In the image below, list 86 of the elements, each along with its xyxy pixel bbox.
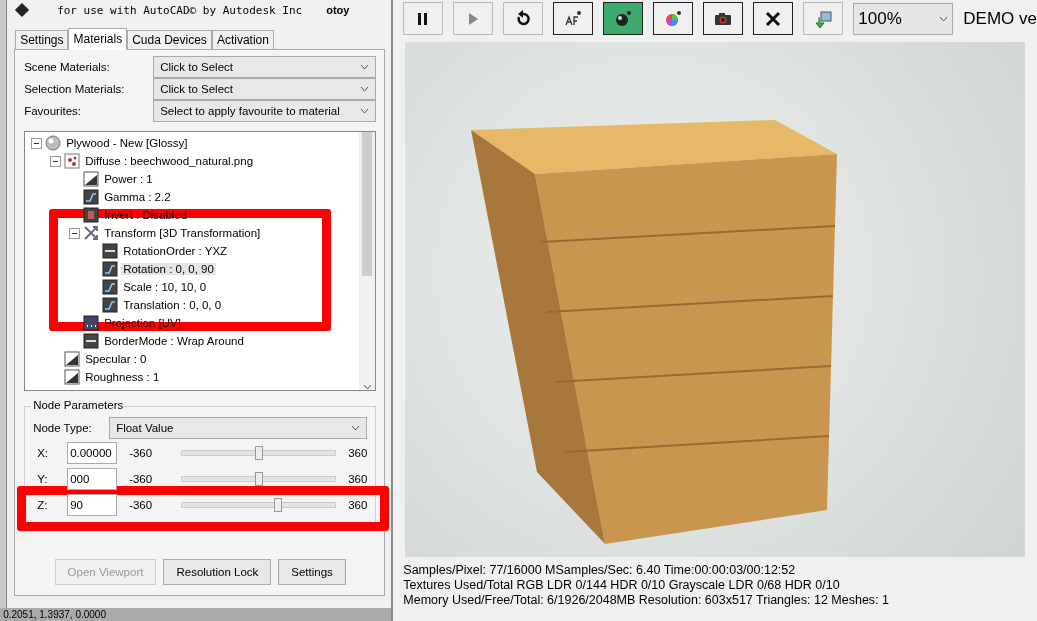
dropdown[interactable]: Select to apply favourite to material [153, 100, 377, 122]
tree-item[interactable]: Power : 1 [102, 173, 155, 185]
curve-icon [83, 189, 100, 205]
close-button[interactable] [753, 2, 794, 35]
export-button[interactable] [803, 2, 844, 35]
axis-label: Z: [36, 499, 49, 511]
header-caption: for use with AutoCAD© by Autodesk Inc [57, 3, 303, 17]
button[interactable]: Resolution Lock [163, 559, 272, 585]
focus-button[interactable] [553, 2, 594, 35]
play-button[interactable] [453, 2, 494, 35]
render-stats-line: Textures Used/Total RGB LDR 0/144 HDR 0/10 Grayscale LDR 0/68 HDR 0/10 [403, 578, 841, 593]
field-label: Selection Materials: [24, 83, 126, 95]
min-label: -360 [128, 447, 154, 459]
float-icon [64, 351, 81, 367]
axis-label: Y: [36, 473, 49, 485]
export-icon [813, 8, 834, 29]
field-label: Favourites: [24, 105, 82, 117]
restart-button[interactable] [503, 2, 544, 35]
chevron-icon [360, 86, 370, 92]
slider-thumb[interactable] [254, 472, 263, 486]
axis-label: X: [36, 447, 49, 459]
field-label: Node Type: [33, 422, 93, 434]
dropdown[interactable]: Float Value [109, 417, 368, 439]
tree-item[interactable]: Diffuse : beechwood_natural.png [83, 155, 256, 167]
color-button[interactable] [653, 2, 694, 35]
coordinates-readout: 0.2051, 1.3937, 0.0000 [0, 608, 392, 621]
tree-item[interactable]: Transform [3D Transformation] [102, 227, 263, 239]
curve-icon [102, 297, 119, 313]
collapse-toggle-icon[interactable] [31, 137, 43, 149]
min-label: -360 [128, 473, 154, 485]
max-label: 360 [348, 447, 368, 459]
camera-button[interactable] [703, 2, 744, 35]
value-field[interactable]: 000 [67, 468, 118, 490]
tree-item[interactable]: BorderMode : Wrap Around [102, 335, 246, 347]
slider-thumb[interactable] [254, 446, 263, 460]
field-label: Scene Materials: [24, 61, 111, 73]
ball-icon [613, 8, 634, 29]
scrollbar[interactable] [359, 132, 376, 390]
float-icon [64, 369, 81, 385]
tree-item[interactable]: Gamma : 2.2 [102, 191, 173, 203]
curve-icon [102, 279, 119, 295]
enum-icon [102, 243, 119, 259]
chevron-icon [939, 15, 949, 22]
color-icon [663, 8, 684, 29]
zoom-dropdown[interactable]: 100% [853, 2, 954, 35]
chevron-icon [360, 108, 370, 114]
enum-icon [83, 333, 100, 349]
value-field[interactable]: 90 [67, 494, 118, 516]
tab[interactable]: Materials [68, 28, 128, 50]
curve-icon [102, 261, 119, 277]
tree-item[interactable]: Rotation : 0, 0, 90 [121, 263, 216, 275]
tab[interactable]: Cuda Devices [127, 30, 212, 49]
chevron-icon [351, 425, 361, 431]
pause-button[interactable] [403, 2, 444, 35]
tree-item[interactable]: Roughness : 1 [83, 371, 162, 383]
collapse-toggle-icon[interactable] [69, 227, 81, 239]
scroll-down-icon[interactable] [362, 384, 372, 390]
toggle-icon [83, 207, 100, 223]
tab[interactable]: Activation [211, 30, 274, 49]
group-title: Node Parameters [31, 399, 126, 411]
chevron-icon [360, 64, 370, 70]
render-stats-line: Samples/Pixel: 77/16000 MSamples/Sec: 6.40 Time:00:00:03/00:12:52 [403, 563, 797, 578]
max-label: 360 [348, 473, 368, 485]
max-label: 360 [348, 499, 368, 511]
collapse-toggle-icon[interactable] [50, 155, 62, 167]
tab[interactable]: Settings [15, 30, 69, 49]
tree-item[interactable]: Specular : 0 [83, 353, 149, 365]
dropdown[interactable]: Click to Select [153, 78, 377, 100]
ball-button[interactable] [603, 2, 644, 35]
demo-label: DEMO ve [963, 8, 1037, 29]
transform-icon [83, 225, 100, 241]
texture-icon [64, 153, 81, 169]
render-stats-line: Memory Used/Free/Total: 6/1926/2048MB Resolution: 603x517 Triangles: 12 Meshes: 1 [403, 593, 890, 608]
tree-item[interactable]: Scale : 10, 10, 0 [121, 281, 209, 293]
slider-thumb[interactable] [273, 498, 282, 512]
material-icon [45, 135, 62, 151]
dots-icon [83, 315, 100, 331]
otoy-logo: otoy [326, 4, 350, 16]
value-field[interactable]: 0.00000 [67, 442, 118, 464]
min-label: -360 [128, 499, 154, 511]
tree-item[interactable]: Plywood - New [Glossy] [64, 137, 190, 149]
dropdown[interactable]: Click to Select [153, 56, 377, 78]
float-icon [83, 171, 100, 187]
button[interactable]: Settings [278, 559, 346, 585]
tree-item[interactable]: RotationOrder : YXZ [121, 245, 230, 257]
tree-item[interactable]: Translation : 0, 0, 0 [121, 299, 224, 311]
